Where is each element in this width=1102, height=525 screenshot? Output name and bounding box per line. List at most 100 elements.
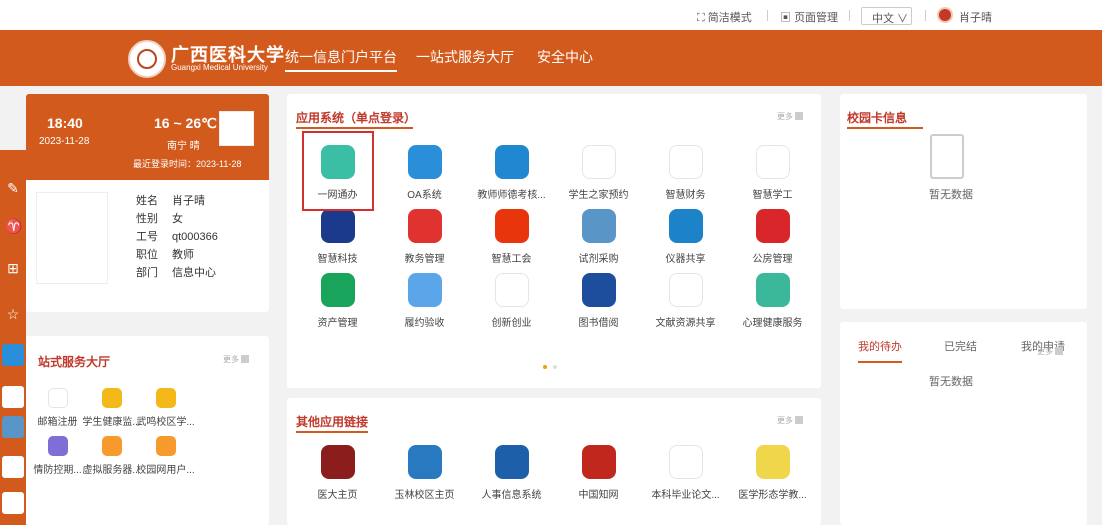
item-label: 智慧工会 xyxy=(491,254,532,265)
lab-icon xyxy=(581,209,616,243)
item-label: 本科毕业论文... xyxy=(651,490,720,501)
simple-mode-link[interactable]: ⛶ 简洁模式 xyxy=(697,9,752,25)
book-mini-icon[interactable] xyxy=(2,492,24,514)
tab-my-todo[interactable]: 我的待办 xyxy=(858,338,902,363)
divider xyxy=(849,10,850,21)
link-tile-item-0[interactable]: 医大主页 xyxy=(300,445,375,501)
link-tile-item-4[interactable]: 本科毕业论文... xyxy=(648,445,723,501)
plus-box-icon[interactable]: ⊞ xyxy=(5,260,21,276)
page-manage-link[interactable]: ▣ 页面管理 xyxy=(780,9,838,25)
app-icon xyxy=(101,436,122,456)
union-icon xyxy=(494,209,529,243)
app-tile-seal-icon-6[interactable]: 智慧科技 xyxy=(300,209,375,265)
tab-completed[interactable]: 已完结 xyxy=(944,338,977,354)
item-label: 医学形态学教... xyxy=(738,490,807,501)
title-underline xyxy=(847,127,923,129)
dot[interactable] xyxy=(553,365,557,369)
edit-icon[interactable]: ✎ xyxy=(5,180,21,196)
language-select[interactable]: 中文 ∨ xyxy=(861,7,912,25)
dot[interactable] xyxy=(543,365,547,369)
last-login: 最近登录时间：2023-11-28 xyxy=(133,159,242,169)
more-icon xyxy=(241,355,249,363)
library-icon xyxy=(581,273,616,307)
app-icon xyxy=(407,445,442,479)
empty-doc-icon xyxy=(930,134,964,179)
id-row: 工号 qt000366 xyxy=(136,231,218,243)
divider xyxy=(767,10,768,21)
card-icon xyxy=(494,145,529,179)
apps-title: 应用系统（单点登录） xyxy=(296,111,417,125)
avatar[interactable] xyxy=(937,7,953,23)
university-logo[interactable] xyxy=(128,40,166,78)
more-link[interactable]: 更多 xyxy=(777,415,803,426)
nav-portal[interactable]: 统一信息门户平台 xyxy=(285,47,397,72)
asset-icon xyxy=(320,273,355,307)
app-tile-finder-icon-13[interactable]: 履约验收 xyxy=(387,273,462,329)
item-label: 图书借阅 xyxy=(578,318,619,329)
service-item-item-5[interactable]: 校园网用户... xyxy=(128,436,203,476)
item-label: 资产管理 xyxy=(317,318,358,329)
app-tile-carsi-icon-16[interactable]: 文献资源共享 xyxy=(648,273,723,329)
user-name[interactable]: 肖子晴 xyxy=(959,9,992,25)
app-tile-lab-icon-9[interactable]: 试剂采购 xyxy=(561,209,636,265)
user-info-card: 姓名 肖子晴 性别女 工号 qt000366 职位 教师 部门 信息中心 xyxy=(26,180,269,312)
shirt-icon[interactable]: ♈ xyxy=(5,218,22,234)
app-tile-asset-icon-12[interactable]: 资产管理 xyxy=(300,273,375,329)
app-tile-heart-icon-17[interactable]: 心理健康服务 xyxy=(735,273,810,329)
app-tile-book-icon-5[interactable]: 智慧学工 xyxy=(735,145,810,201)
nav-security[interactable]: 安全中心 xyxy=(537,47,593,67)
graduation-icon xyxy=(407,209,442,243)
oa-icon xyxy=(407,145,442,179)
service-item-item-2[interactable]: 武鸣校区学... xyxy=(128,388,203,428)
innovation-icon xyxy=(494,273,529,307)
carousel-dots[interactable] xyxy=(543,360,563,372)
app-icon xyxy=(47,436,68,456)
app-tile-spiral-icon-4[interactable]: 智慧财务 xyxy=(648,145,723,201)
seal-icon xyxy=(320,209,355,243)
item-label: 学生之家预约 xyxy=(568,190,629,201)
app-icon xyxy=(320,445,355,479)
logo-subtitle: Guangxi Medical University xyxy=(171,63,268,72)
item-label: 文献资源共享 xyxy=(655,318,716,329)
oa-mini-icon[interactable] xyxy=(2,344,24,366)
more-link[interactable]: 更多 xyxy=(1037,346,1063,357)
item-label: 试剂采购 xyxy=(578,254,619,265)
more-icon xyxy=(1055,347,1063,355)
item-label: 武鸣校区学... xyxy=(136,417,195,428)
app-tile-house-icon-11[interactable]: 公房管理 xyxy=(735,209,810,265)
item-label: 中国知网 xyxy=(578,490,619,501)
app-icon xyxy=(101,388,122,408)
utility-bar: ⛶ 简洁模式 ▣ 页面管理 中文 ∨ 肖子晴 xyxy=(0,0,1102,30)
app-tile-graduation-icon-7[interactable]: 教务管理 xyxy=(387,209,462,265)
card-title: 校园卡信息 xyxy=(847,111,908,125)
app-tile-oa-icon-1[interactable]: OA系统 xyxy=(387,145,462,201)
app-tile-card-icon-2[interactable]: 教师师德考核... xyxy=(474,145,549,201)
nav-service-hall[interactable]: 一站式服务大厅 xyxy=(416,47,514,67)
title-underline xyxy=(296,127,413,129)
app-tile-swirl-icon-3[interactable]: 学生之家预约 xyxy=(561,145,636,201)
app-tile-union-icon-8[interactable]: 智慧工会 xyxy=(474,209,549,265)
more-link[interactable]: 更多 xyxy=(223,354,249,365)
user-photo xyxy=(36,192,108,284)
link-tile-item-1[interactable]: 玉林校区主页 xyxy=(387,445,462,501)
service-hall-card: 站式服务大厅 更多 xyxy=(26,336,269,525)
item-label: 智慧财务 xyxy=(665,190,706,201)
campus-card-panel: 校园卡信息 暂无数据 xyxy=(840,94,1087,309)
more-icon xyxy=(795,112,803,120)
app-icon xyxy=(155,436,176,456)
more-link[interactable]: 更多 xyxy=(777,111,803,122)
app-tile-microscope-icon-10[interactable]: 仪器共享 xyxy=(648,209,723,265)
star-icon[interactable]: ☆ xyxy=(5,306,21,322)
link-tile-item-5[interactable]: 医学形态学教... xyxy=(735,445,810,501)
item-label: 心理健康服务 xyxy=(742,318,803,329)
item-label: 教师师德考核... xyxy=(477,190,546,201)
house-icon xyxy=(755,209,790,243)
dept-row: 部门 信息中心 xyxy=(136,267,216,279)
link-tile-item-2[interactable]: 人事信息系统 xyxy=(474,445,549,501)
app-tile-library-icon-15[interactable]: 图书借阅 xyxy=(561,273,636,329)
link-tile-item-3[interactable]: 中国知网 xyxy=(561,445,636,501)
gender-row: 性别女 xyxy=(136,213,183,225)
app-tile-innovation-icon-14[interactable]: 创新创业 xyxy=(474,273,549,329)
item-label: 人事信息系统 xyxy=(481,490,542,501)
swirl-icon xyxy=(581,145,616,179)
